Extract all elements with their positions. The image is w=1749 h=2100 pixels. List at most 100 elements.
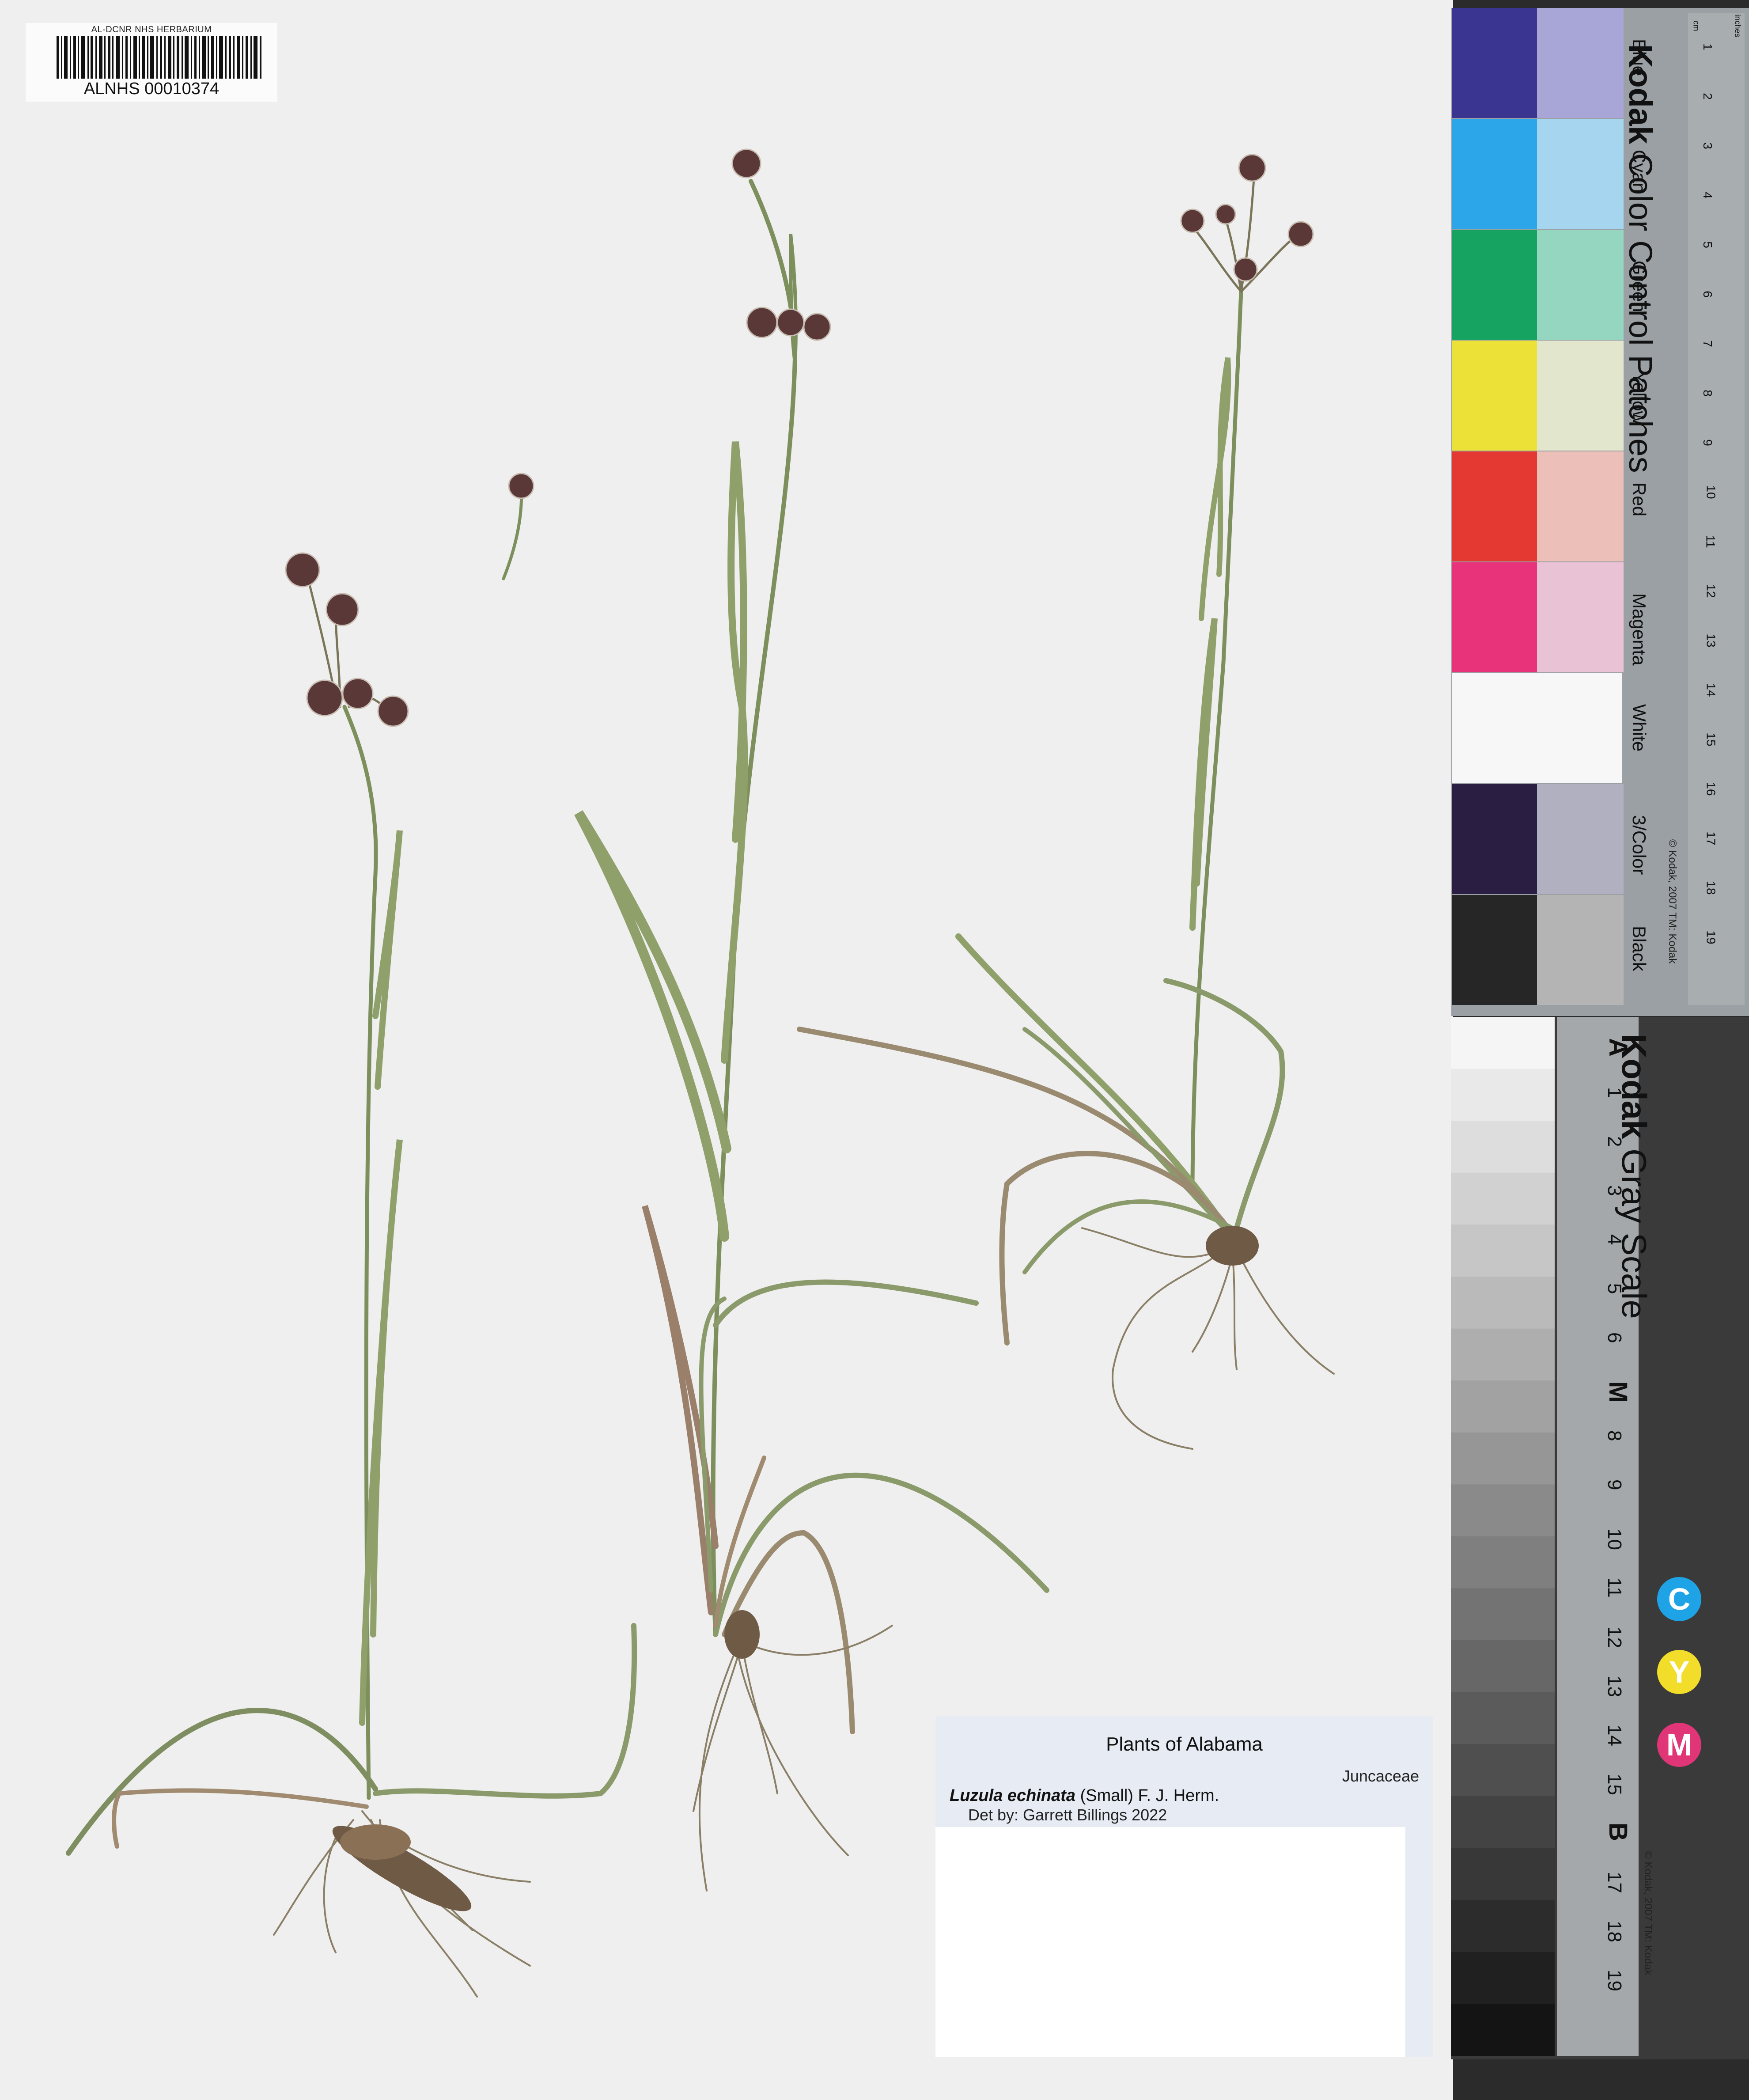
taxon-authority: (Small) F. J. Herm. (1080, 1786, 1219, 1805)
catalog-number: ALNHS 00010374 (83, 80, 220, 98)
gray-step (1451, 1744, 1555, 1797)
cym-dot-m: M (1657, 1723, 1701, 1767)
label-taxon: Luzula echinata (Small) F. J. Herm. (950, 1786, 1219, 1805)
ruler-number: 12 (1704, 584, 1718, 598)
gray-step-label: 9 (1604, 1479, 1625, 1490)
gray-step (1451, 1017, 1555, 1069)
cut-inflorescence (502, 484, 523, 580)
patch-label: Blue (1629, 39, 1650, 76)
gray-step (1451, 1536, 1555, 1589)
ruler-number: 15 (1704, 732, 1718, 747)
gray-step-label: 18 (1604, 1921, 1625, 1942)
gray-scale-title-text: Gray Scale (1615, 1149, 1654, 1319)
gray-step (1451, 1588, 1555, 1641)
scientific-name: Luzula echinata (950, 1786, 1076, 1805)
gray-step-label: 14 (1604, 1725, 1625, 1746)
gray-step-label: 6 (1604, 1332, 1625, 1343)
gray-scale-brand: Kodak (1615, 1034, 1654, 1139)
patch-blue-light (1537, 8, 1624, 118)
ruler-number: 11 (1704, 535, 1718, 548)
flower-heads (285, 148, 1314, 727)
herbarium-name: AL-DCNR NHS HERBARIUM (91, 25, 212, 34)
gray-step (1451, 1692, 1555, 1745)
patch-green-dark (1452, 230, 1539, 340)
patch-red-dark (1452, 451, 1539, 561)
ruler-number: 14 (1704, 683, 1718, 697)
ruler-number: 3 (1700, 142, 1715, 149)
cm-ruler: inches cm 1 2 3 4 5 6 7 8 9 10 11 12 13 14 15 16 17 18 19 (1688, 13, 1745, 1005)
gray-step-label: 11 (1604, 1577, 1625, 1598)
patch-label: White (1629, 704, 1650, 752)
barcode-graphic (57, 36, 261, 79)
patch-yellow-dark (1452, 341, 1539, 451)
ruler-number: 2 (1700, 93, 1715, 100)
gray-step-label: 17 (1604, 1872, 1625, 1893)
patch-magenta-light (1537, 562, 1624, 672)
right-plant (797, 171, 1335, 1450)
gray-step (1451, 1380, 1555, 1433)
gray-step-label: B (1604, 1823, 1632, 1841)
patch-cyan-light (1537, 119, 1624, 229)
ruler-number: 13 (1704, 633, 1718, 648)
patch-label: 3/Color (1629, 815, 1650, 875)
label-blank-area (935, 1827, 1405, 2057)
gray-steps (1451, 1017, 1555, 2056)
label-title: Plants of Alabama (1106, 1733, 1263, 1755)
gray-step (1451, 1900, 1555, 1952)
patch-label: Black (1629, 926, 1650, 971)
gray-step (1451, 1069, 1555, 1122)
patch-green-light (1537, 230, 1624, 340)
patch-black-dark (1452, 895, 1539, 1005)
gray-step (1451, 1484, 1555, 1537)
left-plant (66, 582, 637, 1998)
color-card-copyright: © Kodak, 2007 TM: Kodak (1666, 839, 1678, 964)
ruler-inch-unit: inches (1733, 14, 1742, 38)
ruler-number: cm (1692, 20, 1701, 31)
gray-step-label: 15 (1604, 1774, 1625, 1795)
ruler-number: 19 (1704, 930, 1718, 944)
specimen-label: Plants of Alabama Juncaceae Luzula echin… (935, 1716, 1433, 2057)
ruler-number: 16 (1704, 782, 1718, 796)
patch-yellow-light (1537, 341, 1624, 451)
patch-3-color-light (1537, 784, 1624, 894)
ruler-number: 6 (1700, 291, 1715, 298)
gray-step (1451, 1640, 1555, 1693)
color-card-title-text: Color Control Patches (1622, 153, 1659, 473)
gray-step-label: M (1604, 1381, 1632, 1403)
gray-step (1451, 1224, 1555, 1277)
patch-black-light (1537, 895, 1624, 1005)
patch-blue-dark (1452, 8, 1539, 118)
gray-step (1451, 1952, 1555, 2005)
ruler-number: 9 (1700, 439, 1715, 446)
gray-step (1451, 2004, 1555, 2056)
gray-step (1451, 1277, 1555, 1329)
middle-plant (574, 179, 1049, 1892)
patch-label: Cyan (1629, 150, 1650, 193)
patch-label: Yellow (1629, 371, 1650, 425)
gray-scale-title: Kodak Gray Scale (1614, 1034, 1654, 1319)
ruler-number: 7 (1700, 340, 1715, 347)
gray-step-label: 10 (1604, 1528, 1625, 1550)
patch-label: Green (1629, 261, 1650, 312)
gray-step (1451, 1796, 1555, 1849)
patch-cyan-dark (1452, 119, 1539, 229)
patch-label: Red (1629, 482, 1650, 517)
gray-scale-copyright: © Kodak, 2007 TM: Kodak (1642, 1851, 1654, 1975)
cym-dot-c: C (1657, 1577, 1701, 1621)
gray-step (1451, 1328, 1555, 1381)
gray-step (1451, 1172, 1555, 1225)
ruler-number: 4 (1700, 192, 1715, 199)
label-family: Juncaceae (1342, 1767, 1419, 1785)
ruler-number: 8 (1700, 390, 1715, 397)
determination: Det by: Garrett Billings 2022 (968, 1806, 1167, 1824)
gray-step-label: 13 (1604, 1675, 1625, 1697)
patch-red-light (1537, 451, 1624, 561)
patch-magenta-dark (1452, 562, 1539, 672)
patch-white (1452, 673, 1622, 783)
patch-3-color-dark (1452, 784, 1539, 894)
cym-dot-y: Y (1657, 1650, 1701, 1694)
gray-step-label: 12 (1604, 1626, 1625, 1648)
gray-step-label: 8 (1604, 1430, 1625, 1441)
ruler-number: 17 (1704, 831, 1718, 845)
gray-step (1451, 1432, 1555, 1485)
